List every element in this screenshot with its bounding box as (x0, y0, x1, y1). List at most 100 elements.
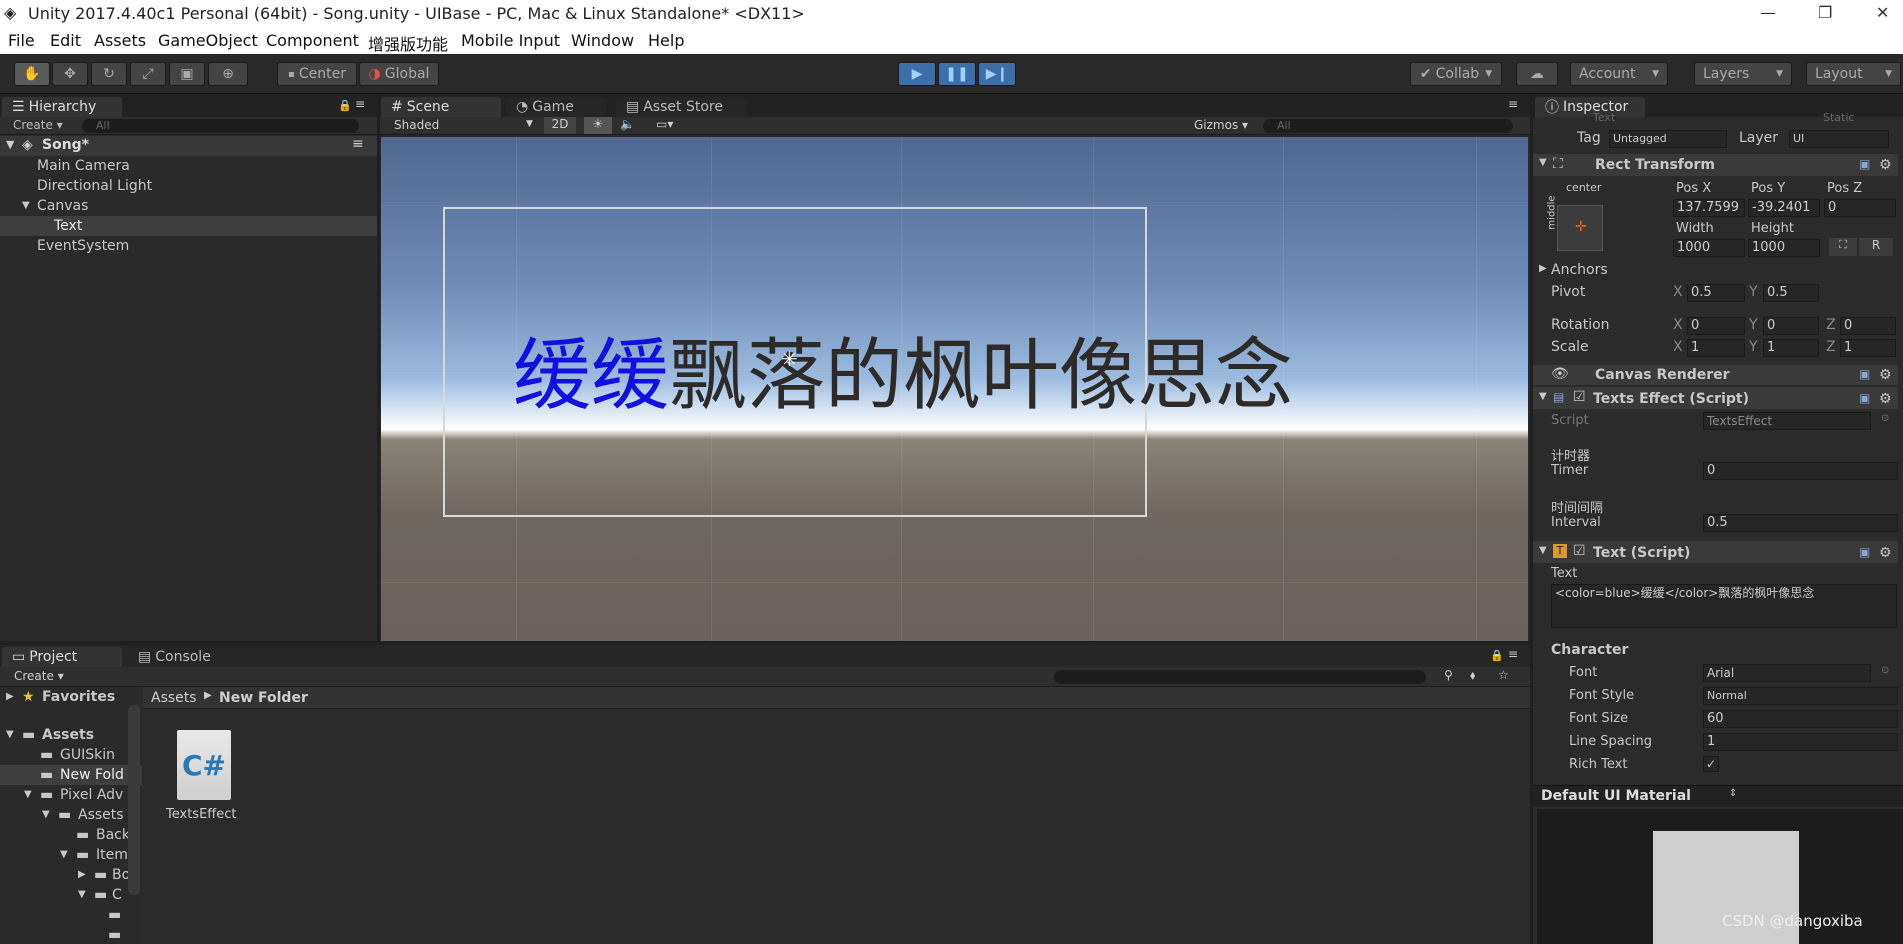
collapse-arrow-icon[interactable]: ▶ (6, 687, 14, 707)
posx-field[interactable]: 137.7599 (1673, 199, 1745, 217)
gear-icon[interactable]: ⚙ (1879, 157, 1892, 173)
menu-help[interactable]: Help (648, 31, 684, 50)
lock-icon[interactable]: 🔒 (1490, 649, 1504, 662)
help-book-icon[interactable]: ▣ (1859, 367, 1870, 381)
rect-transform-header[interactable] (1533, 154, 1898, 176)
scene-ui-text[interactable]: 缓缓飘落的枫叶像思念 (513, 337, 1293, 415)
filter-type-icon[interactable]: ⚲ (1444, 668, 1453, 682)
hierarchy-create-button[interactable]: Create ▾ (13, 118, 63, 132)
posz-field[interactable]: 0 (1824, 199, 1896, 217)
texts-effect-enable-checkbox[interactable]: ☑ (1573, 389, 1586, 405)
updown-arrow-icon[interactable]: ⇕ (1729, 788, 1737, 799)
line-spacing-field[interactable]: 1 (1703, 733, 1898, 751)
filter-label-icon[interactable]: ⬧ (1470, 668, 1475, 683)
move-tool-button[interactable]: ✥ (52, 62, 88, 86)
pivot-center-button[interactable]: ▪ Center (277, 62, 357, 86)
text-script-header[interactable] (1533, 541, 1898, 563)
2d-toggle-button[interactable]: 2D (544, 117, 576, 134)
hierarchy-item-canvas[interactable]: Canvas (37, 196, 88, 216)
font-style-dropdown[interactable]: Normal (1703, 687, 1898, 705)
scene-search-input[interactable]: All (1263, 119, 1513, 133)
tab-inspector[interactable]: ⓘ Inspector (1535, 97, 1645, 117)
menu-gameobject[interactable]: GameObject (158, 31, 258, 50)
scale-y-field[interactable]: 1 (1763, 339, 1819, 357)
layer-dropdown[interactable]: UI (1789, 130, 1889, 148)
posy-field[interactable]: -39.2401 (1748, 199, 1820, 217)
pause-button[interactable]: ❚❚ (938, 62, 976, 86)
breadcrumb-new-folder[interactable]: New Folder (219, 690, 308, 706)
menu-file[interactable]: File (8, 31, 35, 50)
assets-folder[interactable]: Assets (42, 725, 94, 745)
favorite-star-icon[interactable]: ☆ (1498, 668, 1509, 682)
rect-tool-button[interactable]: ▣ (169, 62, 205, 86)
collapse-arrow-icon[interactable]: ▶ (78, 865, 86, 885)
menu-edit[interactable]: Edit (50, 31, 81, 50)
restore-button[interactable]: ❐ (1818, 3, 1832, 22)
hierarchy-item-eventsystem[interactable]: EventSystem (37, 236, 129, 256)
width-field[interactable]: 1000 (1673, 239, 1745, 257)
csharp-script-icon[interactable]: C# (177, 730, 231, 800)
hierarchy-item-directional-light[interactable]: Directional Light (37, 176, 152, 196)
expand-arrow-icon[interactable]: ▼ (1539, 545, 1547, 556)
hierarchy-item-main-camera[interactable]: Main Camera (37, 156, 130, 176)
asset-file-label[interactable]: TextsEffect (166, 807, 236, 822)
tab-game[interactable]: ◔ Game (506, 97, 606, 117)
rich-text-checkbox[interactable]: ✓ (1703, 756, 1719, 772)
cloud-button[interactable]: ☁ (1516, 62, 1558, 86)
step-button[interactable]: ▶❙ (978, 62, 1016, 86)
panel-menu-icon[interactable]: ≡ (1508, 97, 1518, 111)
scale-tool-button[interactable]: ⤢ (130, 62, 166, 86)
tab-asset-store[interactable]: ▤ Asset Store (616, 97, 746, 117)
folder-c[interactable]: C (112, 885, 122, 905)
close-button[interactable]: ✕ (1876, 3, 1889, 22)
layers-dropdown[interactable]: Layers ▼ (1694, 62, 1792, 86)
project-create-button[interactable]: Create ▾ (14, 669, 64, 683)
object-picker-icon[interactable]: ⊙ (1881, 665, 1889, 676)
hierarchy-item-text[interactable]: Text (54, 216, 82, 236)
account-dropdown[interactable]: Account ▼ (1570, 62, 1668, 86)
folder-assets-sub[interactable]: Assets (78, 805, 124, 825)
rotation-z-field[interactable]: 0 (1840, 317, 1896, 335)
breadcrumb-assets[interactable]: Assets (151, 690, 197, 706)
menu-enhanced[interactable]: 增强版功能 (368, 31, 448, 55)
expand-arrow-icon[interactable]: ▼ (6, 138, 14, 151)
shaded-dropdown[interactable]: Shaded (394, 118, 439, 132)
help-book-icon[interactable]: ▣ (1859, 391, 1870, 405)
expand-arrow-icon[interactable]: ▼ (60, 845, 68, 865)
pivot-y-field[interactable]: 0.5 (1763, 284, 1819, 302)
timer-field[interactable]: 0 (1703, 462, 1898, 480)
transform-tool-button[interactable]: ⊕ (208, 62, 248, 86)
expand-arrow-icon[interactable]: ▼ (1539, 391, 1547, 402)
text-enable-checkbox[interactable]: ☑ (1573, 543, 1586, 559)
tab-scene[interactable]: # Scene (381, 97, 501, 117)
scene-menu-icon[interactable]: ≡ (352, 136, 364, 152)
text-content-field[interactable]: <color=blue>缓缓</color>飘落的枫叶像思念 (1551, 584, 1897, 628)
folder-guiskin[interactable]: GUISkin (60, 745, 115, 765)
effects-toggle-icon[interactable]: ▭▾ (656, 117, 673, 131)
help-book-icon[interactable]: ▣ (1859, 545, 1870, 559)
play-button[interactable]: ▶ (898, 62, 936, 86)
tab-project[interactable]: ▭ Project (2, 647, 122, 667)
rotation-y-field[interactable]: 0 (1763, 317, 1819, 335)
raw-edit-button[interactable]: R (1859, 238, 1893, 256)
static-checkbox[interactable]: Static (1823, 111, 1854, 124)
material-title[interactable]: Default UI Material (1541, 788, 1691, 804)
blueprint-mode-icon[interactable]: ⛶ (1829, 238, 1857, 256)
menu-mobile-input[interactable]: Mobile Input (461, 31, 560, 50)
folder-back[interactable]: Back (96, 825, 130, 845)
script-field[interactable]: TextsEffect (1703, 412, 1871, 430)
rotate-tool-button[interactable]: ↻ (91, 62, 127, 86)
lock-icon[interactable]: 🔒 (338, 99, 352, 112)
collapse-arrow-icon[interactable]: ▶ (1539, 263, 1547, 274)
gear-icon[interactable]: ⚙ (1879, 367, 1892, 383)
menu-component[interactable]: Component (266, 31, 359, 50)
scene-viewport[interactable]: 缓缓飘落的枫叶像思念 ✳ (381, 137, 1528, 641)
help-book-icon[interactable]: ▣ (1859, 157, 1870, 171)
font-size-field[interactable]: 60 (1703, 710, 1898, 728)
expand-arrow-icon[interactable]: ▼ (24, 785, 32, 805)
folder-tree-scrollbar[interactable] (128, 705, 140, 895)
object-picker-icon[interactable]: ⊙ (1881, 413, 1889, 424)
folder-item[interactable]: Item (96, 845, 128, 865)
folder-pixel-adv[interactable]: Pixel Adv (60, 785, 123, 805)
tab-console[interactable]: ▤ Console (128, 647, 238, 667)
